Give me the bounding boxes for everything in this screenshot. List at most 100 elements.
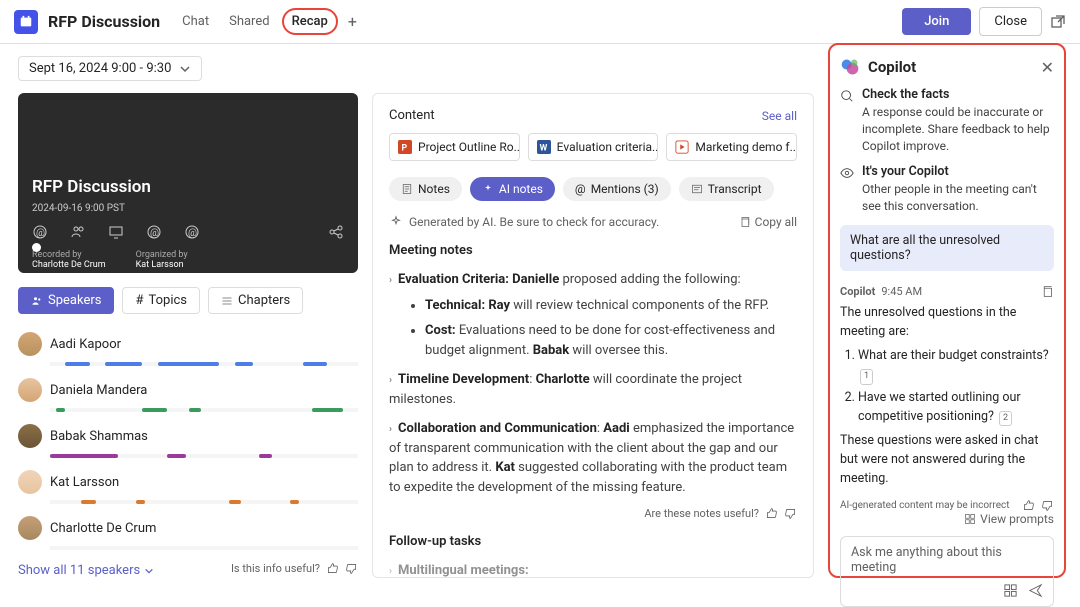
svg-text:W: W [539,144,547,154]
fullscreen-icon[interactable] [330,274,344,288]
yours-title: It's your Copilot [862,164,1054,179]
forward-icon[interactable] [76,274,90,288]
copilot-input[interactable]: Ask me anything about this meeting [840,536,1054,607]
avatar [18,516,42,540]
svg-text:@: @ [36,228,45,239]
chevron-down-icon [144,566,154,576]
disclaimer-text: AI-generated content may be incorrect [840,500,1010,511]
popout-icon[interactable] [1050,14,1066,30]
yours-text: Other people in the meeting can't see th… [862,181,1054,215]
tab-shared[interactable]: Shared [221,10,277,33]
note-item: ›Evaluation Criteria: Danielle proposed … [389,270,797,360]
svg-text:P: P [402,144,408,154]
check-facts-title: Check the facts [862,87,1054,102]
avatar [18,470,42,494]
eye-icon [840,166,854,180]
date-selector[interactable]: Sept 16, 2024 9:00 - 9:30 [18,56,202,81]
speaker-row[interactable]: Charlotte De Crum [18,512,358,544]
screen-share-icon[interactable] [108,224,124,240]
mention-icon-2[interactable]: @ [146,224,162,240]
mention-icon[interactable]: @ [32,224,48,240]
reference-badge[interactable]: 2 [999,411,1012,427]
copy-all-button[interactable]: Copy all [739,215,797,229]
thumbs-down-icon[interactable] [784,507,797,520]
join-button[interactable]: Join [902,8,971,35]
bot-name: Copilot [840,285,875,298]
thumbs-up-icon[interactable] [765,507,778,520]
gen-note-text: Generated by AI. Be sure to check for ac… [409,215,659,229]
doc-item[interactable]: W Evaluation criteria... [528,133,659,161]
svg-text:@: @ [150,228,159,239]
share-video-icon[interactable] [328,224,344,240]
settings-icon[interactable] [308,274,322,288]
send-icon[interactable] [1028,583,1043,598]
note-item: ›Multilingual meetings: [389,561,797,578]
people-icon[interactable] [70,224,86,240]
notes-tab[interactable]: Notes [389,177,462,201]
avatar [18,378,42,402]
prompts-grid-icon[interactable] [1003,583,1018,598]
rewind-icon[interactable] [54,274,68,288]
thumbs-down-icon[interactable] [1041,499,1054,512]
list-icon [221,295,233,307]
video-time: 00:00 / 29:16 [120,275,185,288]
thumbs-down-icon[interactable] [345,562,358,575]
speed[interactable]: 1x [288,275,300,288]
tabs: Chat Shared Recap + [174,8,363,35]
avatar [18,332,42,356]
sparkle-icon [482,183,494,195]
cc-icon[interactable]: CC [266,274,280,288]
chevron-down-icon [179,63,191,75]
transcript-icon [691,183,703,195]
at-icon: @ [575,182,586,196]
notes-useful-label: Are these notes useful? [644,507,759,520]
people-icon [31,295,43,307]
speakers-pill[interactable]: Speakers [18,287,114,314]
ai-notes-tab[interactable]: AI notes [470,177,555,201]
thumbs-up-icon[interactable] [326,562,339,575]
mention-icon-3[interactable]: @ [184,224,200,240]
copilot-response: The unresolved questions in the meeting … [840,304,1054,489]
speaker-row[interactable]: Kat Larsson [18,466,358,498]
speaker-row[interactable]: Daniela Mandera [18,374,358,406]
close-button[interactable]: Close [979,7,1042,36]
doc-item[interactable]: Marketing demo f... [666,133,797,161]
tab-chat[interactable]: Chat [174,10,217,33]
word-icon: W [537,140,551,154]
volume-icon[interactable] [98,274,112,288]
speaker-row[interactable]: Aadi Kapoor [18,328,358,360]
video-player[interactable]: RFP Discussion 2024-09-16 9:00 PST @ @ @… [18,93,358,273]
transcript-tab[interactable]: Transcript [679,177,774,201]
chapters-pill[interactable]: Chapters [208,287,303,314]
app-icon [14,10,38,34]
view-prompts[interactable]: View prompts [840,512,1054,526]
mentions-tab[interactable]: @ Mentions (3) [563,177,671,201]
notes-icon [401,183,413,195]
tab-add[interactable]: + [342,8,363,35]
video-file-icon [675,140,689,154]
hash-icon: # [135,293,143,308]
close-icon[interactable]: ✕ [1041,58,1054,77]
speaker-row[interactable]: Babak Shammas [18,420,358,452]
search-icon [840,89,854,103]
video-title: RFP Discussion [32,177,344,197]
svg-text:@: @ [188,228,197,239]
check-facts-text: A response could be inaccurate or incomp… [862,104,1054,154]
useful-label: Is this info useful? [231,562,320,575]
copy-icon[interactable] [1041,285,1054,298]
svg-text:CC: CC [269,279,277,286]
note-item: ›Timeline Development: Charlotte will co… [389,370,797,409]
topics-pill[interactable]: # Topics [122,287,200,314]
tab-recap[interactable]: Recap [282,8,338,35]
doc-item[interactable]: P Project Outline Ro... [389,133,520,161]
reference-badge[interactable]: 1 [860,369,873,385]
video-date: 2024-09-16 9:00 PST [32,203,344,214]
play-icon[interactable] [32,274,46,288]
prompts-icon [964,513,976,525]
avatar [18,424,42,448]
content-title: Content [389,108,435,123]
bot-time: 9:45 AM [881,285,922,298]
thumbs-up-icon[interactable] [1022,499,1035,512]
powerpoint-icon: P [398,140,412,154]
see-all-link[interactable]: See all [762,109,797,123]
